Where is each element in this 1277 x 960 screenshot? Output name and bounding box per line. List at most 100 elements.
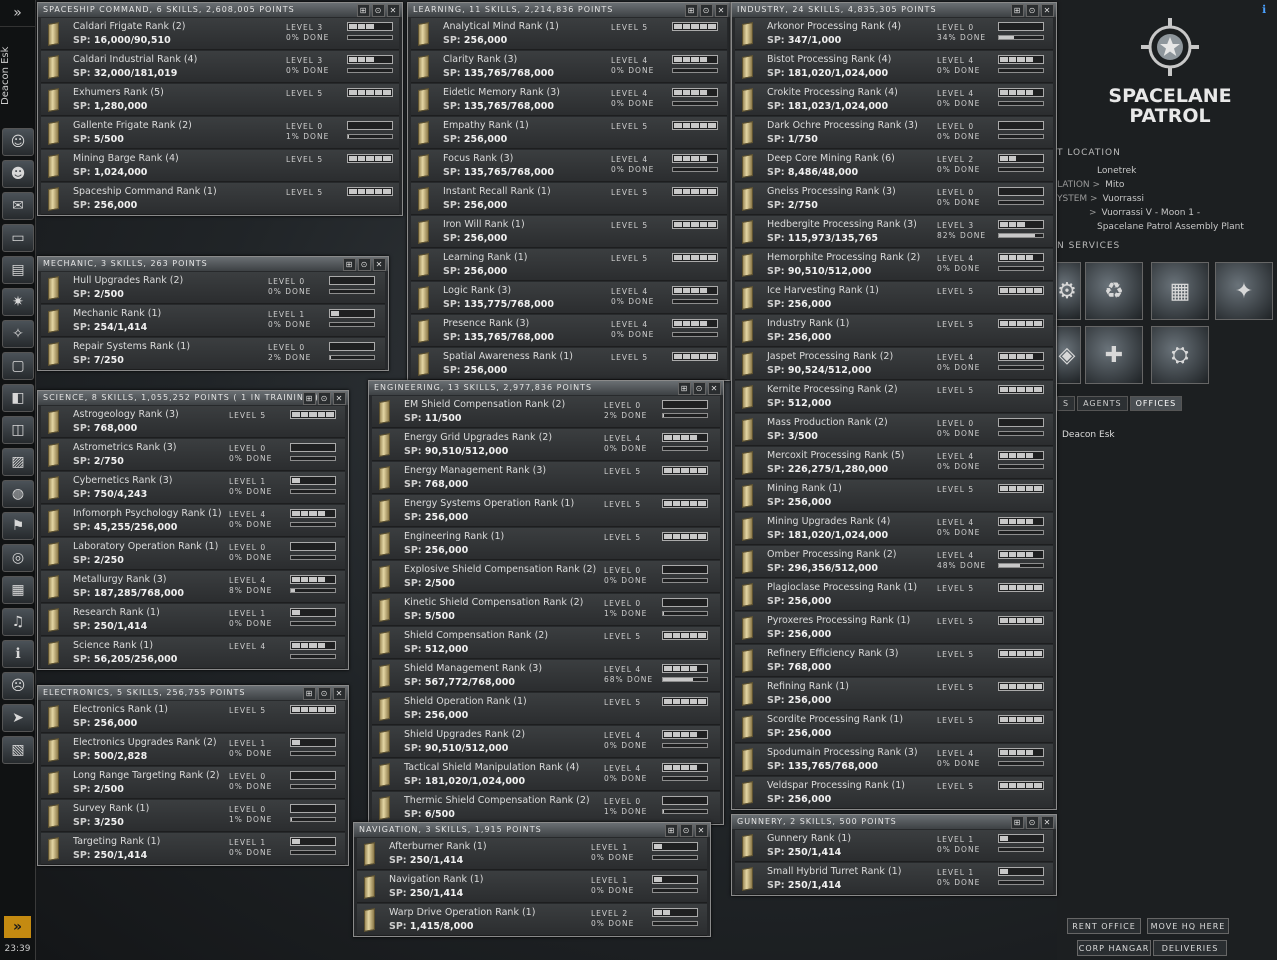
skill-row[interactable]: Focus Rank (3) SP: 135,765/768,000 LEVEL 4… xyxy=(411,150,727,182)
info-icon[interactable]: ℹ xyxy=(1262,3,1266,16)
skill-row[interactable]: Mining Upgrades Rank (4) SP: 181,020/1,02… xyxy=(735,513,1053,545)
rent-office-button[interactable]: RENT OFFICE xyxy=(1067,918,1141,934)
help-icon[interactable]: ◍ xyxy=(2,480,34,508)
location-value[interactable]: Lonetrek xyxy=(1097,166,1136,176)
pin-icon[interactable]: ⊙ xyxy=(1026,816,1039,829)
service-factory-icon[interactable]: ✦ xyxy=(1215,262,1273,320)
skill-row[interactable]: Hemorphite Processing Rank (2) SP: 90,510… xyxy=(735,249,1053,281)
close-icon[interactable]: ✕ xyxy=(708,382,721,395)
close-icon[interactable]: ✕ xyxy=(715,4,728,17)
skill-row[interactable]: Survey Rank (1) SP: 3/250 LEVEL 0 1% DONE xyxy=(41,800,345,832)
skill-row[interactable]: Spodumain Processing Rank (3) SP: 135,765… xyxy=(735,744,1053,776)
journal-icon[interactable]: ▢ xyxy=(2,352,34,380)
window-title-bar[interactable]: LEARNING, 11 SKILLS, 2,214,836 POINTS ⊞ ⊙ ✕ xyxy=(408,3,730,17)
skill-row[interactable]: Analytical Mind Rank (1) SP: 256,000 LEVEL… xyxy=(411,18,727,50)
tab-offices[interactable]: OFFICES xyxy=(1129,396,1183,411)
skill-row[interactable]: Deep Core Mining Rank (6) SP: 8,486/48,00… xyxy=(735,150,1053,182)
people-icon[interactable]: ☻ xyxy=(2,160,34,188)
location-value[interactable]: Spacelane Patrol Assembly Plant xyxy=(1097,222,1244,232)
market-icon[interactable]: ▤ xyxy=(2,256,34,284)
skill-row[interactable]: Plagioclase Processing Rank (1) SP: 256,0… xyxy=(735,579,1053,611)
location-value[interactable]: Vuorrassi V - Moon 1 - xyxy=(1102,208,1201,218)
skill-row[interactable]: Caldari Frigate Rank (2) SP: 16,000/90,51… xyxy=(41,18,399,50)
skill-group-window[interactable]: NAVIGATION, 3 SKILLS, 1,915 POINTS ⊞ ⊙ ✕ Aft… xyxy=(353,822,711,937)
portrait-icon[interactable]: ☹ xyxy=(2,672,34,700)
service-market-icon[interactable]: ▦ xyxy=(1151,262,1209,320)
pin-icon[interactable]: ⊙ xyxy=(358,258,371,271)
pin-icon[interactable]: ⊙ xyxy=(700,4,713,17)
skill-row[interactable]: Bistot Processing Rank (4) SP: 181,020/1,… xyxy=(735,51,1053,83)
minimize-icon[interactable]: ⊞ xyxy=(303,687,316,700)
close-icon[interactable]: ✕ xyxy=(1041,4,1054,17)
skill-row[interactable]: Infomorph Psychology Rank (1) SP: 45,255/… xyxy=(41,505,345,537)
skill-row[interactable]: Kernite Processing Rank (2) SP: 512,000 LE… xyxy=(735,381,1053,413)
skill-row[interactable]: Shield Operation Rank (1) SP: 256,000 LEVE… xyxy=(372,693,720,725)
character-sheet-icon[interactable]: ☺ xyxy=(2,128,34,156)
minimize-icon[interactable]: ⊞ xyxy=(1011,816,1024,829)
window-title-bar[interactable]: SCIENCE, 8 SKILLS, 1,055,252 POINTS ( 1 … xyxy=(38,391,348,405)
skill-group-window[interactable]: MECHANIC, 3 SKILLS, 263 POINTS ⊞ ⊙ ✕ Hull Up… xyxy=(37,256,389,371)
assets-icon[interactable]: ◧ xyxy=(2,384,34,412)
skill-row[interactable]: Warp Drive Operation Rank (1) SP: 1,415/8… xyxy=(357,904,707,936)
skill-group-window[interactable]: ENGINEERING, 13 SKILLS, 2,977,836 POINTS… xyxy=(368,380,724,825)
skill-row[interactable]: Gallente Frigate Rank (2) SP: 5/500 LEVEL … xyxy=(41,117,399,149)
wallet-icon[interactable]: ◫ xyxy=(2,416,34,444)
skill-row[interactable]: Refinery Efficiency Rank (3) SP: 768,000 L… xyxy=(735,645,1053,677)
skill-row[interactable]: Mercoxit Processing Rank (5) SP: 226,275/… xyxy=(735,447,1053,479)
skill-row[interactable]: Electronics Upgrades Rank (2) SP: 500/2,8… xyxy=(41,734,345,766)
skill-row[interactable]: Shield Upgrades Rank (2) SP: 90,510/512,0… xyxy=(372,726,720,758)
minimize-icon[interactable]: ⊞ xyxy=(343,258,356,271)
skill-group-window[interactable]: SPACESHIP COMMAND, 6 SKILLS, 2,608,005 P… xyxy=(37,2,403,216)
mail-icon[interactable]: ✉ xyxy=(2,192,34,220)
skill-row[interactable]: Veldspar Processing Rank (1) SP: 256,000 L… xyxy=(735,777,1053,809)
skill-row[interactable]: Mining Barge Rank (4) SP: 1,024,000 LEVEL … xyxy=(41,150,399,182)
skill-row[interactable]: Cybernetics Rank (3) SP: 750/4,243 LEVEL 1… xyxy=(41,472,345,504)
skill-row[interactable]: Navigation Rank (1) SP: 250/1,414 LEVEL 10… xyxy=(357,871,707,903)
items-icon[interactable]: ▧ xyxy=(2,736,34,764)
skill-group-window[interactable]: ELECTRONICS, 5 SKILLS, 256,755 POINTS ⊞ ⊙ ✕… xyxy=(37,685,349,866)
skill-group-window[interactable]: INDUSTRY, 24 SKILLS, 4,835,305 POINTS ⊞ ⊙ ✕… xyxy=(731,2,1057,810)
science-icon[interactable]: ◎ xyxy=(2,544,34,572)
service-medical-icon[interactable]: ✚ xyxy=(1085,326,1143,384)
tab-agents[interactable]: AGENTS xyxy=(1077,396,1128,411)
skill-row[interactable]: Spaceship Command Rank (1) SP: 256,000 LEV… xyxy=(41,183,399,215)
map-icon[interactable]: ✷ xyxy=(2,288,34,316)
neocom-menu-button[interactable]: » xyxy=(4,916,31,938)
skill-row[interactable]: Arkonor Processing Rank (4) SP: 347/1,000… xyxy=(735,18,1053,50)
skill-row[interactable]: Gunnery Rank (1) SP: 250/1,414 LEVEL 1 0% D… xyxy=(735,830,1053,862)
info-icon[interactable]: ℹ xyxy=(2,640,34,668)
tab-s[interactable]: S xyxy=(1057,396,1076,411)
skill-row[interactable]: Engineering Rank (1) SP: 256,000 LEVEL 5 xyxy=(372,528,720,560)
skill-row[interactable]: Laboratory Operation Rank (1) SP: 2/250 LE… xyxy=(41,538,345,570)
close-icon[interactable]: ✕ xyxy=(333,687,346,700)
deliveries-button[interactable]: DELIVERIES xyxy=(1153,940,1227,956)
pin-icon[interactable]: ⊙ xyxy=(318,392,331,405)
skill-row[interactable]: Exhumers Rank (5) SP: 1,280,000 LEVEL 5 xyxy=(41,84,399,116)
window-title-bar[interactable]: ENGINEERING, 13 SKILLS, 2,977,836 POINTS… xyxy=(369,381,723,395)
minimize-icon[interactable]: ⊞ xyxy=(685,4,698,17)
skill-group-window[interactable]: GUNNERY, 2 SKILLS, 500 POINTS ⊞ ⊙ ✕ Gunnery … xyxy=(731,814,1057,896)
skill-row[interactable]: Spatial Awareness Rank (1) SP: 256,000 LEV… xyxy=(411,348,727,380)
skill-row[interactable]: Shield Compensation Rank (2) SP: 512,000 L… xyxy=(372,627,720,659)
skill-row[interactable]: Mass Production Rank (2) SP: 3/500 LEVEL 0… xyxy=(735,414,1053,446)
close-icon[interactable]: ✕ xyxy=(333,392,346,405)
skill-row[interactable]: Instant Recall Rank (1) SP: 256,000 LEVEL … xyxy=(411,183,727,215)
contracts-icon[interactable]: ▦ xyxy=(2,576,34,604)
skill-row[interactable]: Eidetic Memory Rank (3) SP: 135,765/768,0… xyxy=(411,84,727,116)
skill-row[interactable]: Hedbergite Processing Rank (3) SP: 115,97… xyxy=(735,216,1053,248)
skill-row[interactable]: Metallurgy Rank (3) SP: 187,285/768,000 LE… xyxy=(41,571,345,603)
skill-row[interactable]: Long Range Targeting Rank (2) SP: 2/500 LE… xyxy=(41,767,345,799)
minimize-icon[interactable]: ⊞ xyxy=(665,824,678,837)
skill-row[interactable]: Astrogeology Rank (3) SP: 768,000 LEVEL 5 xyxy=(41,406,345,438)
neocom-expand-button[interactable]: » xyxy=(0,0,35,27)
minimize-icon[interactable]: ⊞ xyxy=(303,392,316,405)
skill-row[interactable]: Shield Management Rank (3) SP: 567,772/76… xyxy=(372,660,720,692)
skill-group-window[interactable]: SCIENCE, 8 SKILLS, 1,055,252 POINTS ( 1 … xyxy=(37,390,349,670)
skill-row[interactable]: Energy Grid Upgrades Rank (2) SP: 90,510/… xyxy=(372,429,720,461)
skill-row[interactable]: Science Rank (1) SP: 56,205/256,000 LEVEL … xyxy=(41,637,345,669)
skill-row[interactable]: Hull Upgrades Rank (2) SP: 2/500 LEVEL 0 0%… xyxy=(41,272,385,304)
window-title-bar[interactable]: ELECTRONICS, 5 SKILLS, 256,755 POINTS ⊞ ⊙ ✕ xyxy=(38,686,348,700)
pin-icon[interactable]: ⊙ xyxy=(680,824,693,837)
skill-row[interactable]: Crokite Processing Rank (4) SP: 181,023/1… xyxy=(735,84,1053,116)
ship-icon[interactable]: ➤ xyxy=(2,704,34,732)
